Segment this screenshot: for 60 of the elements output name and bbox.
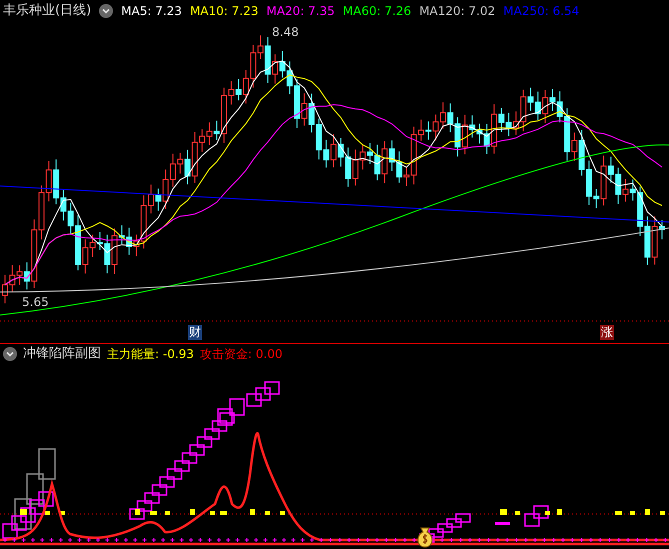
high-price-label: 8.48 — [272, 25, 299, 39]
indicator-label: MA20: 7.35 — [266, 3, 335, 20]
step-box — [437, 523, 453, 533]
signal-bar — [165, 511, 170, 515]
signal-bar — [557, 509, 562, 515]
step-box — [38, 448, 56, 480]
step-box — [182, 452, 198, 464]
indicator-label: MA120: 7.02 — [419, 3, 496, 20]
step-box — [189, 444, 205, 456]
indicator-reading: 主力能量: -0.93 — [107, 346, 194, 363]
chart-title: 丰乐种业(日线) — [3, 2, 92, 20]
signal-bar — [660, 511, 665, 515]
step-box — [524, 513, 540, 527]
step-box — [264, 381, 280, 395]
step-box — [166, 468, 182, 480]
signal-bar — [135, 509, 140, 515]
step-box — [159, 476, 175, 488]
step-box — [419, 533, 435, 543]
event-marker: 涨 — [600, 325, 614, 340]
chevron-down-icon[interactable] — [99, 4, 114, 18]
step-box — [152, 484, 168, 496]
step-box — [446, 518, 462, 528]
signal-bar — [150, 511, 157, 515]
step-box — [533, 505, 549, 519]
step-box — [455, 513, 471, 523]
signal-bar — [630, 511, 635, 515]
step-box — [174, 460, 190, 472]
step-box — [428, 528, 444, 538]
low-price-label: 5.65 — [22, 295, 49, 309]
signal-bar — [190, 509, 195, 515]
step-box — [246, 393, 262, 407]
signal-bar — [500, 509, 507, 515]
indicator-reading: 攻击资金: 0.00 — [200, 346, 282, 363]
step-box — [255, 387, 271, 401]
indicator-label: MA60: 7.26 — [342, 3, 412, 20]
step-box — [129, 508, 145, 520]
signal-bar — [515, 511, 520, 515]
step-box — [144, 492, 160, 504]
signal-bar — [615, 511, 622, 515]
event-marker: 财 — [188, 325, 202, 340]
signal-bar — [45, 511, 50, 515]
indicator-label: MA250: 6.54 — [503, 3, 580, 20]
signal-bar — [280, 511, 285, 515]
indicator-label: MA5: 7.23 — [121, 3, 182, 20]
signal-bar — [20, 509, 27, 515]
signal-bar — [545, 511, 550, 515]
signal-bar — [220, 511, 227, 515]
step-box — [136, 500, 152, 512]
signal-bar — [250, 509, 255, 515]
chevron-down-icon[interactable] — [3, 347, 17, 361]
indicator-label: MA10: 7.23 — [190, 3, 258, 20]
signal-bar — [645, 509, 650, 515]
signal-bar — [265, 511, 270, 515]
indicator-title: 冲锋陷阵副图 — [23, 345, 101, 364]
money-bag-icon — [418, 528, 432, 548]
signal-bar — [60, 511, 65, 515]
signal-bar — [495, 522, 510, 525]
step-box — [204, 428, 220, 440]
step-box — [196, 436, 212, 448]
signal-bar — [210, 511, 215, 515]
